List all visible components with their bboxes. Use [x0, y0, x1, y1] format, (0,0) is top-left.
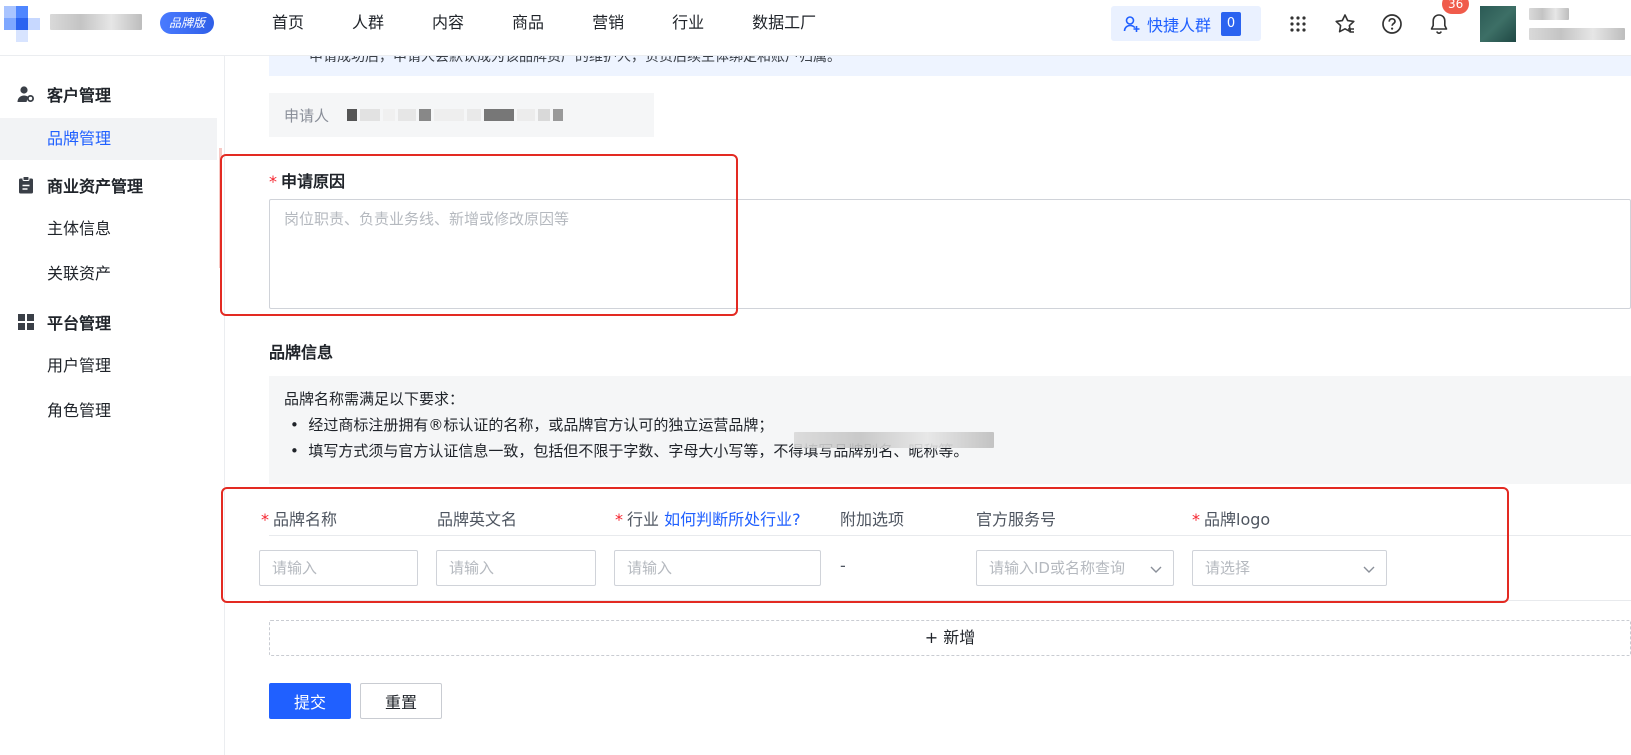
avatar[interactable] — [1480, 6, 1516, 42]
required-mark: * — [261, 510, 269, 529]
rules-title: 品牌名称需满足以下要求： — [284, 390, 465, 408]
brand-info-title: 品牌信息 — [269, 343, 334, 362]
clipboard-icon — [17, 176, 35, 194]
sidebar-item-brand-management[interactable]: 品牌管理 — [0, 118, 217, 160]
sidebar-group-customer[interactable]: 客户管理 — [17, 82, 111, 106]
sidebar-group-label: 商业资产管理 — [47, 177, 144, 196]
reason-textarea[interactable] — [269, 199, 1631, 309]
grid-icon — [17, 313, 35, 331]
col-brand-logo-label: 品牌logo — [1204, 510, 1271, 529]
nav-item-home[interactable]: 首页 — [272, 0, 304, 46]
industry-help-link[interactable]: 如何判断所处行业? — [664, 510, 801, 529]
notice-strip: 申请成功后，申请人会默认成为该品牌资产的维护人，负责后续主体绑定和账户归属。 — [269, 56, 1631, 76]
nav-item-data-factory[interactable]: 数据工厂 — [752, 0, 816, 46]
applicant-field: 申请人 — [269, 93, 654, 137]
quick-audience-button[interactable]: 快捷人群 0 — [1111, 6, 1261, 41]
brand-name-input[interactable] — [259, 550, 418, 586]
account-redacted — [1529, 28, 1625, 40]
industry-input[interactable] — [614, 550, 821, 586]
col-industry-label: 行业 — [627, 510, 660, 529]
nav-item-products[interactable]: 商品 — [512, 0, 544, 46]
top-navigation-bar: 品牌版 首页 人群 内容 商品 营销 行业 数据工厂 快捷人群 0 36 — [0, 0, 1631, 56]
reason-label-text: 申请原因 — [281, 172, 346, 191]
app-logo-icon[interactable] — [4, 6, 40, 42]
bell-icon[interactable] — [1427, 12, 1451, 36]
chevron-down-icon — [1363, 566, 1375, 573]
col-brand-logo: * 品牌logo — [1192, 506, 1270, 530]
username-redacted — [1529, 8, 1569, 20]
sidebar-scroll-indicator — [219, 148, 222, 268]
help-icon[interactable] — [1380, 12, 1404, 36]
apps-grid-icon[interactable] — [1286, 12, 1310, 36]
user-settings-icon — [17, 85, 35, 103]
rule-item-text: 经过商标注册拥有®标认证的名称，或品牌官方认可的独立运营品牌； — [308, 416, 774, 434]
nav-item-audience[interactable]: 人群 — [352, 0, 384, 46]
sidebar-group-label: 客户管理 — [47, 86, 112, 105]
sidebar-item-user-management[interactable]: 用户管理 — [0, 345, 217, 387]
submit-button[interactable]: 提交 — [269, 683, 351, 719]
sidebar-group-label: 平台管理 — [47, 314, 112, 333]
app-name-redacted — [50, 14, 142, 30]
reason-label: * 申请原因 — [269, 168, 345, 192]
quick-audience-label: 快捷人群 — [1147, 15, 1212, 35]
redacted-overlay — [794, 432, 994, 448]
brand-name-rules: 品牌名称需满足以下要求： • 经过商标注册拥有®标认证的名称，或品牌官方认可的独… — [269, 376, 1631, 484]
sidebar-item-entity-info[interactable]: 主体信息 — [0, 208, 217, 250]
sidebar-item-linked-assets[interactable]: 关联资产 — [0, 253, 217, 295]
notification-count-badge: 36 — [1442, 0, 1470, 14]
quick-audience-count: 0 — [1221, 11, 1242, 36]
nav-item-marketing[interactable]: 营销 — [592, 0, 624, 46]
sidebar-item-role-management[interactable]: 角色管理 — [0, 390, 217, 432]
user-plus-icon — [1123, 15, 1140, 32]
col-brand-name-label: 品牌名称 — [273, 510, 338, 529]
brand-logo-placeholder: 请选择 — [1205, 559, 1251, 577]
required-mark: * — [1192, 510, 1200, 529]
add-row-button[interactable]: + 新增 — [269, 620, 1631, 656]
brand-en-name-input[interactable] — [436, 550, 596, 586]
applicant-value-redacted — [347, 109, 566, 121]
official-account-placeholder: 请输入ID或名称查询 — [989, 559, 1125, 577]
extra-options-value: - — [840, 556, 846, 575]
applicant-label: 申请人 — [284, 106, 330, 125]
row-divider — [269, 600, 1631, 601]
main-content: 申请成功后，申请人会默认成为该品牌资产的维护人，负责后续主体绑定和账户归属。 申… — [226, 56, 1631, 755]
official-account-select[interactable]: 请输入ID或名称查询 — [976, 550, 1174, 586]
col-industry: * 行业 如何判断所处行业? — [615, 506, 801, 530]
nav-item-content[interactable]: 内容 — [432, 0, 464, 46]
col-brand-name: * 品牌名称 — [261, 506, 337, 530]
edition-badge: 品牌版 — [160, 12, 215, 34]
reset-button[interactable]: 重置 — [360, 683, 442, 719]
star-list-icon[interactable] — [1333, 12, 1357, 36]
sidebar-group-platform[interactable]: 平台管理 — [17, 310, 111, 334]
required-mark: * — [269, 172, 277, 191]
notice-text: 申请成功后，申请人会默认成为该品牌资产的维护人，负责后续主体绑定和账户归属。 — [309, 56, 841, 65]
main-nav: 首页 人群 内容 商品 营销 行业 数据工厂 — [272, 0, 864, 46]
nav-item-industry[interactable]: 行业 — [672, 0, 704, 46]
required-mark: * — [615, 510, 623, 529]
header-divider — [269, 535, 1631, 536]
col-brand-en-name: 品牌英文名 — [437, 510, 518, 529]
col-official-account: 官方服务号 — [976, 510, 1057, 529]
brand-logo-select[interactable]: 请选择 — [1192, 550, 1387, 586]
col-extra-options: 附加选项 — [840, 510, 905, 529]
chevron-down-icon — [1150, 566, 1162, 573]
sidebar: 客户管理 品牌管理 商业资产管理 主体信息 关联资产 平台管理 用户管理 角色管… — [0, 56, 225, 755]
sidebar-group-business-assets[interactable]: 商业资产管理 — [17, 173, 143, 197]
